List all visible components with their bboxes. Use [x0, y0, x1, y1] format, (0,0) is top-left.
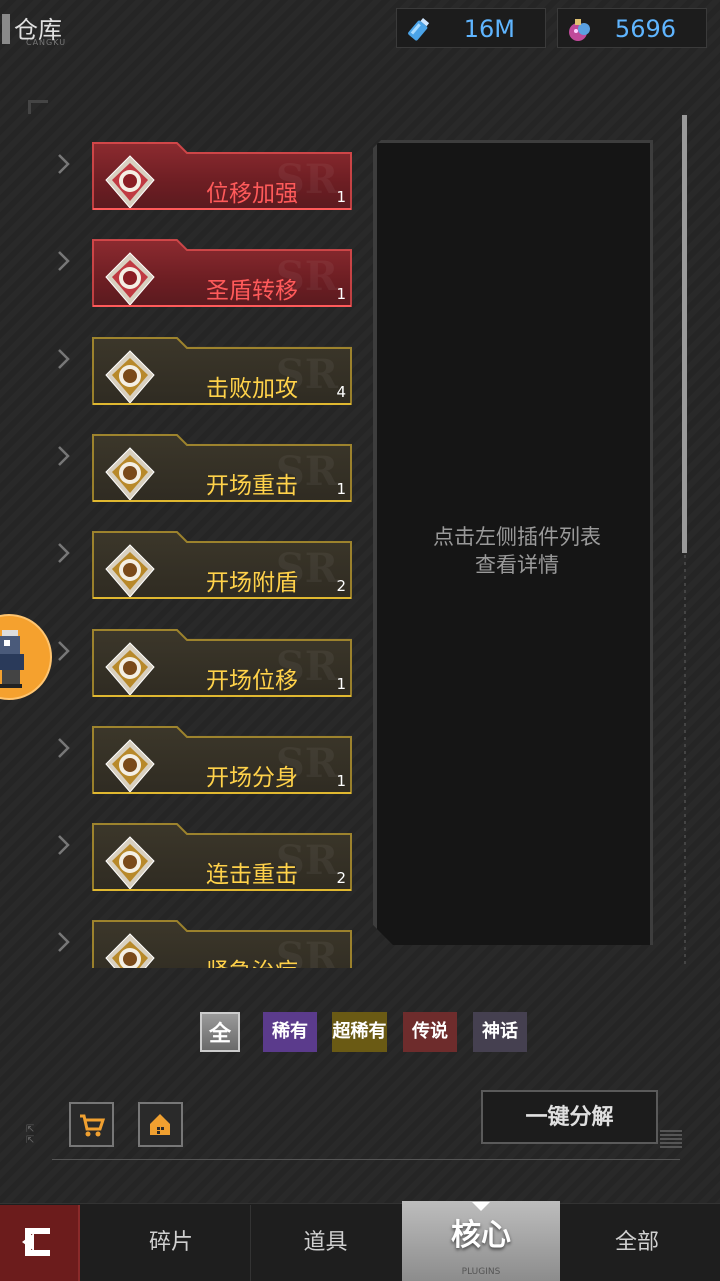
- filter-all-button[interactable]: 全: [200, 1012, 240, 1052]
- plugin-name: 位移加强: [206, 181, 298, 207]
- shield-badge-icon: [105, 544, 155, 598]
- chevron-right-icon: [58, 543, 70, 564]
- chevron-right-icon: [58, 835, 70, 855]
- chevron-right-icon: [58, 154, 70, 174]
- plugin-name: 开场附盾: [206, 570, 298, 597]
- resource-potion[interactable]: 5696: [557, 8, 707, 48]
- running-man-badge-icon: [105, 641, 155, 696]
- plugin-row[interactable]: SR 开场分身 1: [0, 712, 370, 794]
- plugin-card[interactable]: SR 开场位移 1: [92, 628, 352, 697]
- plugin-row[interactable]: SR 连击重击 2: [0, 809, 370, 892]
- plugin-row[interactable]: SR 开场重击 1: [0, 420, 370, 502]
- filter-super-rare-button[interactable]: 超稀有: [332, 1012, 387, 1052]
- tab-items[interactable]: 道具: [250, 1205, 400, 1281]
- plugin-count: 2: [336, 869, 346, 888]
- plugin-count: 1: [336, 771, 346, 790]
- potion-icon: [569, 19, 590, 41]
- clone-badge-icon: [105, 739, 155, 793]
- combo-badge-icon: [105, 836, 155, 890]
- detail-hint-line1: 点击左侧插件列表: [433, 525, 601, 549]
- plugin-card[interactable]: SR 位移加强 1: [92, 142, 352, 210]
- filter-rare-button[interactable]: 稀有: [263, 1012, 317, 1052]
- header: 仓库 CANGKU 16M 5696: [0, 0, 720, 56]
- plugin-card[interactable]: SR 开场重击 1: [92, 433, 352, 502]
- tab-all[interactable]: 全部: [562, 1205, 712, 1281]
- chevron-right-icon: [58, 446, 70, 466]
- shop-button[interactable]: [69, 1102, 114, 1147]
- plugin-name: 开场位移: [206, 667, 298, 694]
- plugin-name: 开场重击: [206, 472, 298, 499]
- list-scrollbar-track[interactable]: [684, 555, 686, 965]
- tab-fragments[interactable]: 碎片: [96, 1205, 246, 1281]
- plugin-name: 圣盾转移: [206, 278, 298, 305]
- header-mark: [2, 14, 10, 44]
- shield-badge-icon: [105, 252, 155, 307]
- filter-legend-button[interactable]: 传说: [403, 1012, 457, 1052]
- running-man-badge-icon: [105, 155, 155, 209]
- cart-icon: [80, 1114, 106, 1137]
- plugin-card[interactable]: SR 连击重击 2: [92, 823, 352, 892]
- divider-line: [52, 1159, 680, 1160]
- list-scrollbar-thumb[interactable]: [682, 115, 687, 553]
- plugin-count: 1: [336, 674, 346, 693]
- chevron-right-icon: [58, 640, 70, 661]
- plugin-count: 1: [336, 188, 346, 206]
- tab-core-label: 核心: [451, 1218, 511, 1253]
- plugin-row[interactable]: SR 开场位移 1: [0, 615, 370, 697]
- plugin-row[interactable]: SR 圣盾转移 1: [0, 225, 370, 308]
- plugin-list[interactable]: SR 位移加强 1 SR 圣盾转移 1 SR 击败加攻 4 SR 开场重击 1 SR 开场附盾 2 SR 开场位…: [0, 128, 370, 968]
- chevron-right-icon: [58, 251, 70, 272]
- page-subtitle: CANGKU: [26, 38, 67, 47]
- tab-core[interactable]: 核心 PLUGINS: [402, 1201, 560, 1281]
- home-button[interactable]: [138, 1102, 183, 1147]
- decompose-all-button[interactable]: 一键分解: [481, 1090, 658, 1144]
- plugin-row[interactable]: SR 击败加攻 4: [0, 323, 370, 405]
- resource-potion-value: 5696: [614, 15, 676, 43]
- plugin-card[interactable]: SR 圣盾转移 1: [92, 239, 352, 308]
- heavy-hit-badge-icon: [105, 447, 155, 501]
- sword-badge-icon: [105, 349, 155, 404]
- detail-hint: 点击左侧插件列表 查看详情: [377, 523, 657, 579]
- corner-bracket: [28, 100, 48, 114]
- detail-hint-line2: 查看详情: [475, 553, 559, 577]
- chevron-right-icon: [58, 737, 70, 758]
- plugin-card[interactable]: SR 开场附盾 2: [92, 531, 352, 600]
- plugin-name: 击败加攻: [206, 375, 298, 402]
- active-tab-indicator: [472, 1202, 490, 1211]
- back-arrow-icon: [22, 1228, 50, 1256]
- plugin-name: 连击重击: [206, 862, 298, 889]
- filter-myth-button[interactable]: 神话: [473, 1012, 527, 1052]
- back-button[interactable]: [0, 1205, 80, 1281]
- tab-core-sublabel: PLUGINS: [461, 1267, 501, 1277]
- plugin-count: 1: [336, 479, 346, 498]
- decoration-bars: [660, 1130, 682, 1150]
- plugin-card[interactable]: SR 击败加攻 4: [92, 336, 352, 405]
- plugin-row[interactable]: SR紧急治疗: [0, 906, 370, 968]
- heal-badge-icon: [105, 933, 155, 968]
- plugin-row[interactable]: SR 开场附盾 2: [0, 517, 370, 600]
- resource-bottle-value: 16M: [463, 15, 515, 43]
- chevron-right-icon: [58, 932, 70, 953]
- detail-panel: 点击左侧插件列表 查看详情: [373, 140, 653, 945]
- plugin-count: 1: [336, 285, 346, 304]
- decoration-arrows: ⇱ ⇱: [26, 1124, 35, 1146]
- plugin-name: 紧急治疗: [197, 952, 307, 968]
- chevron-right-icon: [58, 348, 70, 369]
- plugin-card[interactable]: SR紧急治疗: [92, 920, 352, 968]
- house-icon: [150, 1114, 170, 1135]
- bottle-icon: [408, 18, 430, 41]
- plugin-card[interactable]: SR 开场分身 1: [92, 725, 352, 794]
- plugin-count: 4: [336, 382, 346, 401]
- plugin-count: 2: [336, 577, 346, 596]
- plugin-name: 开场分身: [206, 764, 298, 791]
- plugin-row[interactable]: SR 位移加强 1: [0, 128, 370, 210]
- resource-bottle[interactable]: 16M: [396, 8, 546, 48]
